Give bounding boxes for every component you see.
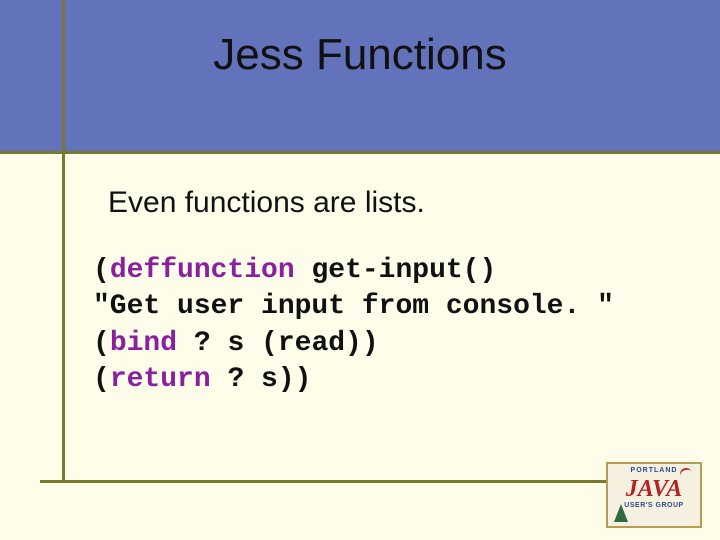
slide-subtitle: Even functions are lists. (108, 186, 425, 220)
portland-java-logo: PORTLAND JAVA USER'S GROUP (606, 462, 702, 528)
code-line-3-open: ( (93, 328, 110, 359)
code-line-2: "Get user input from console. " (93, 291, 614, 322)
keyword-bind: bind (110, 328, 177, 359)
code-line-1-rest: get-input() (295, 255, 497, 286)
code-line-3-rest: ? s (read)) (177, 328, 379, 359)
code-line-4-rest: ? s)) (211, 364, 312, 395)
tree-icon (614, 504, 628, 522)
horizontal-rule-bottom (40, 480, 684, 483)
code-block: ( deffunction get-input() "Get user input… (93, 253, 653, 399)
horizontal-rule-top (0, 151, 720, 154)
logo-line-2: JAVA (626, 477, 682, 501)
slide-title: Jess Functions (0, 30, 720, 80)
code-line-4-open: ( (93, 364, 110, 395)
logo-line-1: PORTLAND (631, 467, 678, 474)
logo-line-3: USER'S GROUP (624, 502, 683, 509)
keyword-deffunction: deffunction (110, 255, 295, 286)
keyword-return: return (110, 364, 211, 395)
slide: Jess Functions Even functions are lists.… (0, 0, 720, 540)
